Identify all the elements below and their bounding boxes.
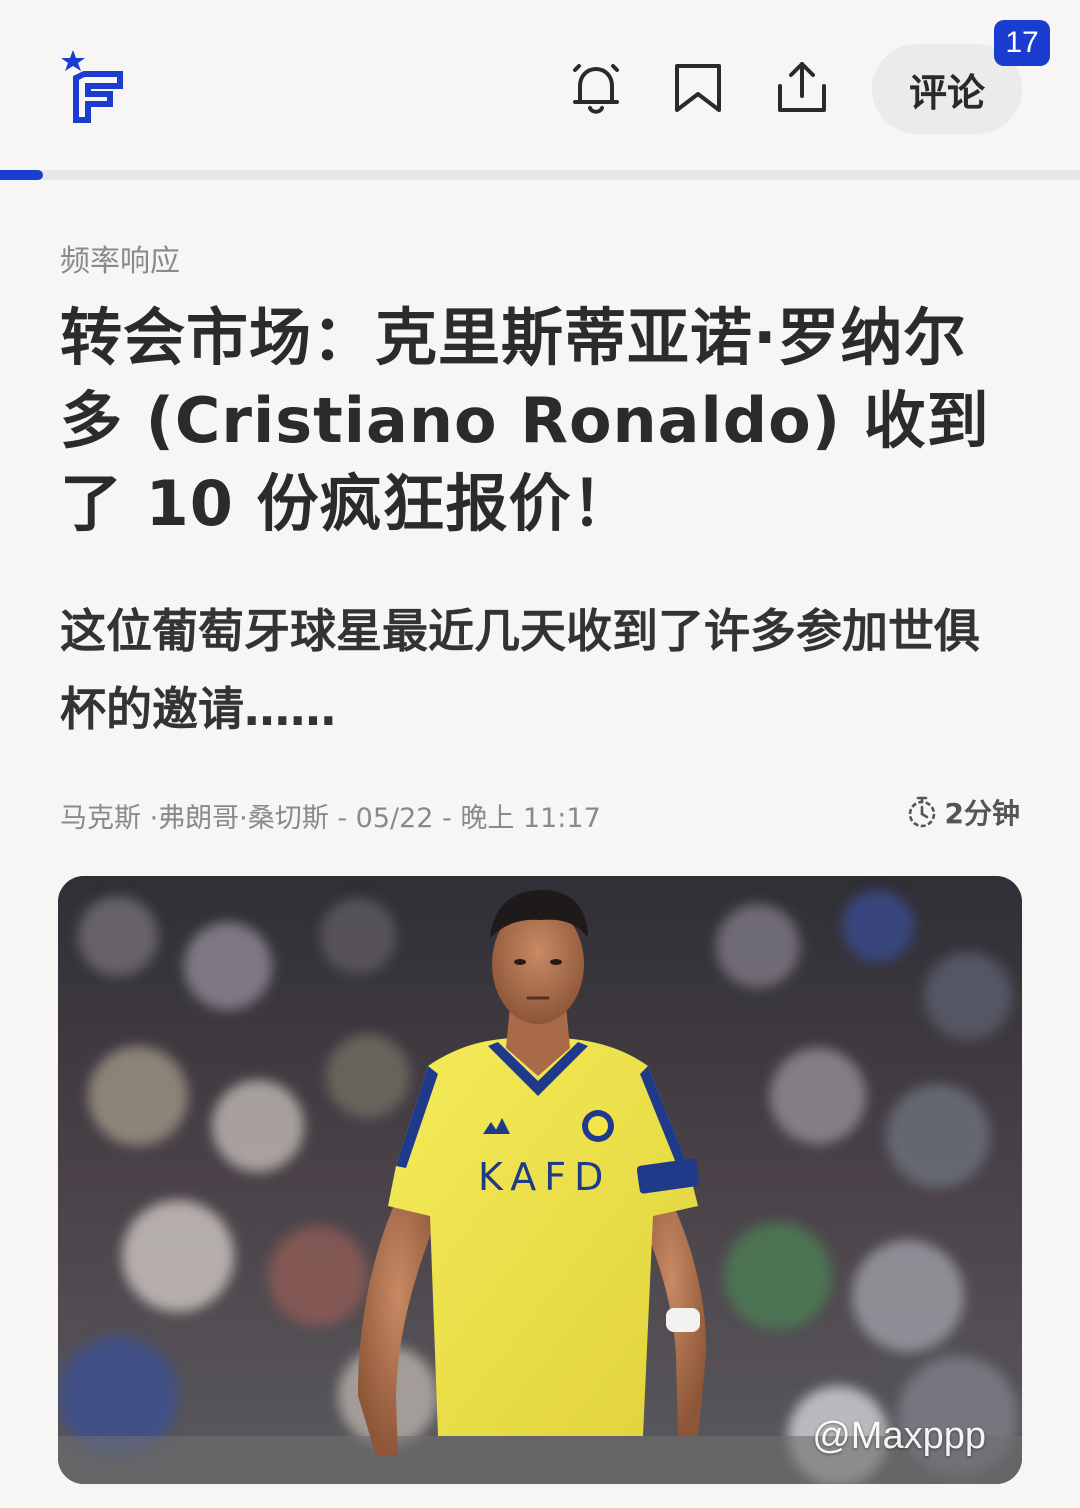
hero-photo[interactable]: KAFD @Maxppp <box>58 876 1022 1484</box>
reading-progress-fill <box>0 170 44 180</box>
image-credit: @Maxppp <box>812 1415 986 1457</box>
article-category[interactable]: 频率响应 <box>60 236 180 280</box>
read-time: 2分钟 <box>905 792 1020 832</box>
jersey-sponsor-text: KAFD <box>478 1155 611 1199</box>
brand-logo-icon[interactable] <box>60 48 130 124</box>
top-app-bar: 评论 17 <box>0 0 1080 170</box>
stopwatch-icon <box>908 796 935 828</box>
read-time-label: 2分钟 <box>944 797 1020 830</box>
comments-count-badge: 17 <box>994 20 1050 66</box>
author-date: 马克斯 ·弗朗哥·桑切斯 - 05/22 - 晚上 11:17 <box>60 803 601 834</box>
bookmark-icon[interactable] <box>666 56 730 120</box>
article-meta: 马克斯 ·弗朗哥·桑切斯 - 05/22 - 晚上 11:17 2分钟 <box>60 792 1020 834</box>
comments-label: 评论 <box>908 70 985 115</box>
article-subtitle: 这位葡萄牙球星最近几天收到了许多参加世俱杯的邀请…… <box>60 604 980 736</box>
share-icon[interactable] <box>770 56 834 120</box>
article-title: 转会市场：克里斯蒂亚诺·罗纳尔多 (Cristiano Ronaldo) 收到了… <box>60 301 990 540</box>
article-page: 评论 17 频率响应 转会市场：克里斯蒂亚诺·罗纳尔多 (Cristiano R… <box>0 0 1080 1508</box>
player-photo-illustration: KAFD <box>58 876 1022 1484</box>
reading-progress-bar <box>0 170 1080 180</box>
bell-icon[interactable] <box>564 56 628 120</box>
